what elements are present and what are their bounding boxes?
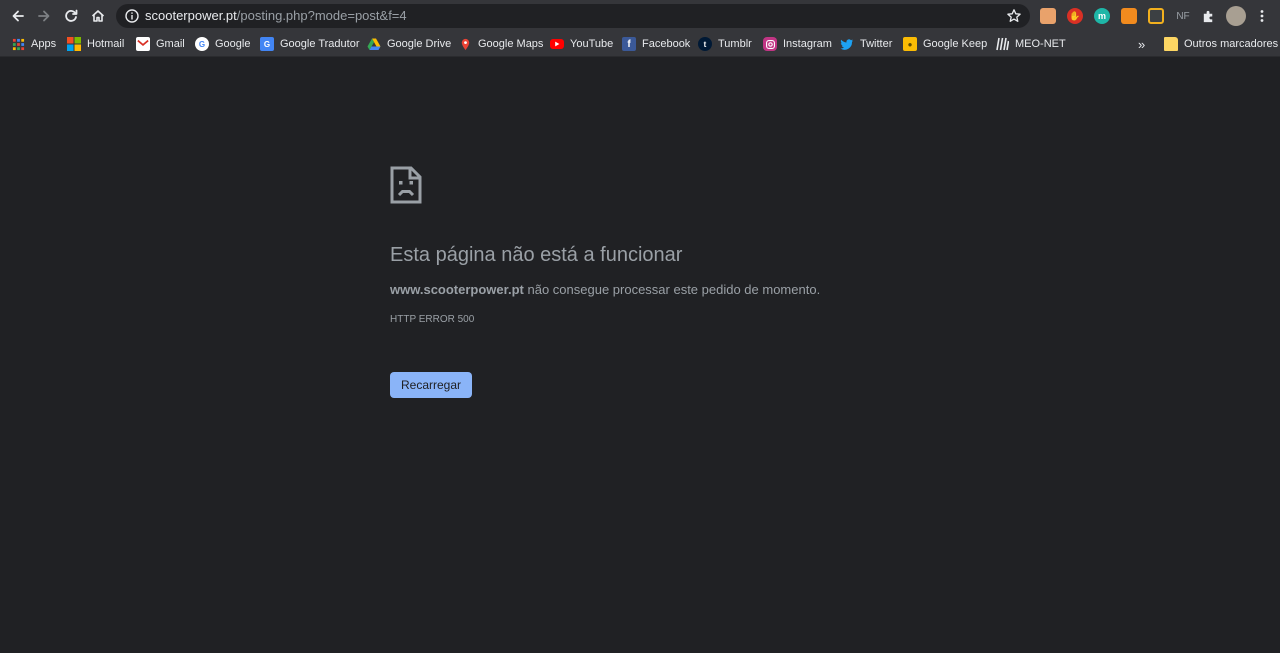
error-host: www.scooterpower.pt	[390, 282, 524, 297]
forward-arrow-icon	[38, 10, 50, 22]
bookmark-label: Apps	[31, 38, 57, 50]
browser-toolbar: scooterpower.pt/posting.php?mode=post&f=…	[0, 0, 1280, 31]
bookmark-label: Facebook	[642, 38, 691, 50]
bookmark-folder-label: Outros marcadores	[1184, 38, 1279, 50]
bookmark-label: Google Keep	[923, 38, 988, 50]
bookmark-google-tradutor[interactable]: G Google Tradutor	[260, 31, 360, 57]
address-bar[interactable]: scooterpower.pt/posting.php?mode=post&f=…	[116, 4, 1030, 28]
bookmark-label: Google	[215, 38, 251, 50]
reload-icon	[65, 9, 78, 22]
extension-adblock-icon[interactable]: ✋	[1067, 8, 1083, 24]
bookmarks-bar: Apps Hotmail Gmail G Google G Google Tra…	[0, 31, 1280, 57]
bookmark-label: Hotmail	[87, 38, 125, 50]
hotmail-icon	[67, 37, 81, 51]
star-icon[interactable]	[1006, 8, 1022, 24]
bookmark-google-keep[interactable]: ● Google Keep	[903, 31, 987, 57]
bookmark-label: Twitter	[860, 38, 893, 50]
extension-cart-icon[interactable]	[1040, 8, 1056, 24]
bookmark-label: YouTube	[570, 38, 614, 50]
facebook-icon: f	[622, 37, 636, 51]
bookmark-facebook[interactable]: f Facebook	[622, 31, 690, 57]
bookmark-tumblr[interactable]: t Tumblr	[698, 31, 752, 57]
bookmark-google-drive[interactable]: Google Drive	[367, 31, 451, 57]
bookmark-gmail[interactable]: Gmail	[136, 31, 185, 57]
reload-page-button[interactable]: Recarregar	[390, 372, 472, 398]
extension-m-icon[interactable]: m	[1094, 8, 1110, 24]
youtube-icon	[550, 39, 564, 49]
error-title: Esta página não está a funcionar	[390, 244, 683, 266]
back-arrow-icon	[12, 10, 24, 22]
keep-icon: ●	[903, 37, 917, 51]
bookmarks-overflow-button[interactable]: »	[1138, 31, 1145, 57]
gmail-icon	[136, 37, 150, 51]
bookmark-instagram[interactable]: Instagram	[763, 31, 832, 57]
meo-icon	[995, 37, 1009, 51]
puzzle-icon	[1203, 10, 1212, 22]
google-icon: G	[195, 37, 209, 51]
home-icon	[91, 10, 105, 22]
error-code: HTTP ERROR 500	[390, 314, 475, 325]
bookmark-hotmail[interactable]: Hotmail	[67, 31, 124, 57]
bookmark-youtube[interactable]: YouTube	[550, 31, 613, 57]
extensions-button[interactable]	[1200, 8, 1216, 24]
bookmark-label: Google Drive	[387, 38, 452, 50]
menu-kebab-icon	[1260, 10, 1264, 22]
home-button[interactable]	[85, 3, 111, 29]
sad-page-icon	[390, 166, 422, 204]
maps-icon	[458, 37, 472, 51]
bookmark-label: Tumblr	[718, 38, 752, 50]
bookmark-label: Gmail	[156, 38, 185, 50]
twitter-icon	[840, 37, 854, 51]
bookmark-label: Google Maps	[478, 38, 544, 50]
bookmark-meo-net[interactable]: MEO-NET	[995, 31, 1066, 57]
extension-rss-icon[interactable]	[1121, 8, 1137, 24]
bookmark-google-maps[interactable]: Google Maps	[458, 31, 543, 57]
bookmark-label: MEO-NET	[1015, 38, 1066, 50]
extension-chart-icon[interactable]	[1148, 8, 1164, 24]
bookmark-twitter[interactable]: Twitter	[840, 31, 892, 57]
profile-initials[interactable]: NF	[1174, 8, 1192, 24]
error-description: www.scooterpower.pt não consegue process…	[390, 281, 820, 298]
forward-button[interactable]	[31, 3, 57, 29]
bookmark-apps[interactable]: Apps	[11, 31, 56, 57]
bookmark-label: Instagram	[783, 38, 832, 50]
url-text[interactable]: scooterpower.pt/posting.php?mode=post&f=…	[145, 8, 407, 24]
folder-icon	[1164, 37, 1178, 51]
tumblr-icon: t	[698, 37, 712, 51]
profile-avatar[interactable]	[1226, 6, 1246, 26]
back-button[interactable]	[5, 3, 31, 29]
apps-grid-icon	[11, 37, 25, 51]
bookmark-label: Google Tradutor	[280, 38, 360, 50]
bookmark-google[interactable]: G Google	[195, 31, 250, 57]
url-path: /posting.php?mode=post&f=4	[236, 8, 407, 23]
bookmark-folder-outros[interactable]: Outros marcadores	[1164, 31, 1278, 57]
chrome-menu-button[interactable]	[1254, 8, 1270, 24]
reload-button[interactable]	[58, 3, 84, 29]
translate-icon: G	[260, 37, 274, 51]
drive-icon	[367, 37, 381, 51]
info-icon[interactable]	[124, 8, 140, 24]
instagram-icon	[763, 37, 777, 51]
url-host: scooterpower.pt	[145, 8, 237, 23]
error-message: não consegue processar este pedido de mo…	[523, 282, 821, 297]
